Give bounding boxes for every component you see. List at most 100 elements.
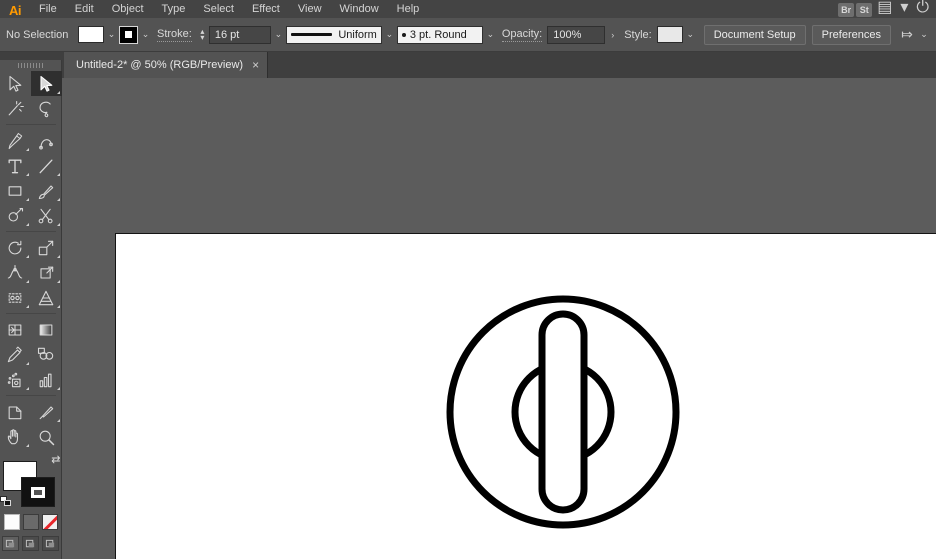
menu-item-edit[interactable]: Edit xyxy=(66,0,103,18)
brush-definition-chevron-down-icon[interactable]: ⌄ xyxy=(483,25,498,45)
scissors-tool[interactable] xyxy=(31,203,62,228)
style-swatch[interactable] xyxy=(657,26,683,43)
magic-wand-tool[interactable] xyxy=(0,96,31,121)
menu-bar: Ai FileEditObjectTypeSelectEffectViewWin… xyxy=(0,0,936,18)
column-graph-tool[interactable] xyxy=(31,367,62,392)
stroke-color-swatch[interactable] xyxy=(21,477,55,507)
menu-item-type[interactable]: Type xyxy=(153,0,195,18)
menu-item-object[interactable]: Object xyxy=(103,0,153,18)
line-segment-tool[interactable] xyxy=(31,153,62,178)
menu-item-window[interactable]: Window xyxy=(331,0,388,18)
stroke-label[interactable]: Stroke: xyxy=(157,28,192,42)
opacity-input[interactable]: 100% xyxy=(547,26,605,44)
tool-grid xyxy=(0,71,62,449)
brush-definition-value: 3 pt. Round xyxy=(410,29,467,41)
brush-definition-group: 3 pt. Round ⌄ xyxy=(397,18,498,52)
close-icon[interactable]: × xyxy=(252,59,259,71)
none-button[interactable] xyxy=(42,514,58,530)
shaper-tool[interactable] xyxy=(0,203,31,228)
app-logo-icon: Ai xyxy=(0,0,30,18)
draw-mode-buttons xyxy=(2,536,59,551)
draw-normal-button[interactable] xyxy=(2,536,19,551)
artboard[interactable] xyxy=(115,233,936,559)
width-tool[interactable] xyxy=(0,260,31,285)
tool-group-corner-icon xyxy=(57,223,60,226)
rotate-tool[interactable] xyxy=(0,235,31,260)
draw-behind-button[interactable] xyxy=(22,536,39,551)
selection-tool[interactable] xyxy=(0,71,31,96)
fill-chevron-down-icon[interactable]: ⌄ xyxy=(104,25,119,45)
eyedropper-tool[interactable] xyxy=(0,342,31,367)
vector-icon-artwork[interactable] xyxy=(446,272,706,559)
menu-item-file[interactable]: File xyxy=(30,0,66,18)
document-setup-button[interactable]: Document Setup xyxy=(704,25,806,45)
tool-group-corner-icon xyxy=(57,305,60,308)
stroke-chevron-down-icon[interactable]: ⌄ xyxy=(138,25,153,45)
menu-item-effect[interactable]: Effect xyxy=(243,0,289,18)
zoom-tool[interactable] xyxy=(31,424,62,449)
control-bar-overflow-chevron-icon[interactable]: ⌄ xyxy=(917,25,931,45)
tool-group-corner-icon xyxy=(26,305,29,308)
tool-group-corner-icon xyxy=(57,419,60,422)
stroke-profile-select[interactable]: Uniform xyxy=(286,26,382,44)
workspace-switcher-icon[interactable]: ⏻ xyxy=(913,0,932,18)
draw-inside-button[interactable] xyxy=(42,536,59,551)
control-bar: No Selection ⌄ ⌄ Stroke: ▴ ▾ 16 pt ⌄ Uni… xyxy=(0,18,936,52)
brush-definition-select[interactable]: 3 pt. Round xyxy=(397,26,483,44)
lasso-tool[interactable] xyxy=(31,96,62,121)
direct-selection-tool[interactable] xyxy=(31,71,62,96)
opacity-group: Opacity: 100% › xyxy=(498,18,620,52)
fill-swatch[interactable] xyxy=(78,26,104,43)
scale-tool[interactable] xyxy=(31,235,62,260)
menu-item-view[interactable]: View xyxy=(289,0,331,18)
blend-tool[interactable] xyxy=(31,342,62,367)
shape-builder-tool[interactable] xyxy=(0,285,31,310)
vertical-capsule[interactable] xyxy=(542,314,584,510)
stroke-weight-stepper[interactable]: ▴ ▾ xyxy=(197,29,208,41)
gradient-button[interactable] xyxy=(23,514,39,530)
mesh-tool[interactable] xyxy=(0,317,31,342)
tool-group-corner-icon xyxy=(57,387,60,390)
document-tab[interactable]: Untitled-2* @ 50% (RGB/Preview)× xyxy=(64,52,268,78)
free-transform-tool[interactable] xyxy=(31,260,62,285)
stroke-profile-value: Uniform xyxy=(338,29,377,41)
bridge-badge[interactable]: Br xyxy=(838,3,854,17)
artboard-tool[interactable] xyxy=(0,399,31,424)
menu-item-help[interactable]: Help xyxy=(388,0,429,18)
paintbrush-tool[interactable] xyxy=(31,178,62,203)
stroke-profile-group: Uniform ⌄ xyxy=(286,18,397,52)
default-fill-stroke-icon[interactable] xyxy=(0,496,11,507)
stroke-profile-chevron-down-icon[interactable]: ⌄ xyxy=(382,25,397,45)
curvature-tool[interactable] xyxy=(31,128,62,153)
stroke-weight-group: Stroke: ▴ ▾ 16 pt ⌄ xyxy=(153,18,286,52)
gradient-tool[interactable] xyxy=(31,317,62,342)
stroke-weight-chevron-down-icon[interactable]: ⌄ xyxy=(271,25,286,45)
slice-tool[interactable] xyxy=(31,399,62,424)
style-group: Style: ⌄ xyxy=(620,18,698,52)
stroke-swatch[interactable] xyxy=(119,26,138,44)
arrange-documents-icon[interactable]: ▤ xyxy=(874,0,895,18)
pen-tool[interactable] xyxy=(0,128,31,153)
canvas-area[interactable] xyxy=(62,78,936,559)
align-icon[interactable]: ⤇ xyxy=(897,25,917,45)
style-chevron-down-icon[interactable]: ⌄ xyxy=(683,25,698,45)
menu-item-select[interactable]: Select xyxy=(194,0,243,18)
type-tool[interactable] xyxy=(0,153,31,178)
perspective-grid-tool[interactable] xyxy=(31,285,62,310)
color-button[interactable] xyxy=(4,514,20,530)
opacity-label[interactable]: Opacity: xyxy=(502,28,542,42)
paint-mode-buttons xyxy=(4,514,58,530)
preferences-button[interactable]: Preferences xyxy=(812,25,891,45)
hand-tool[interactable] xyxy=(0,424,31,449)
symbol-sprayer-tool[interactable] xyxy=(0,367,31,392)
stepper-down-icon[interactable]: ▾ xyxy=(200,35,204,41)
rectangle-tool[interactable] xyxy=(0,178,31,203)
tools-panel-grip[interactable] xyxy=(0,60,61,71)
stroke-weight-input[interactable]: 16 pt xyxy=(209,26,271,44)
swap-fill-stroke-icon[interactable]: ⇄ xyxy=(51,455,60,466)
stock-badge[interactable]: St xyxy=(856,3,872,17)
tool-group-corner-icon xyxy=(57,280,60,283)
arrange-chevron-icon[interactable]: ▾ xyxy=(897,0,911,18)
menu-items: FileEditObjectTypeSelectEffectViewWindow… xyxy=(30,0,428,18)
opacity-more-icon[interactable]: › xyxy=(605,25,620,45)
